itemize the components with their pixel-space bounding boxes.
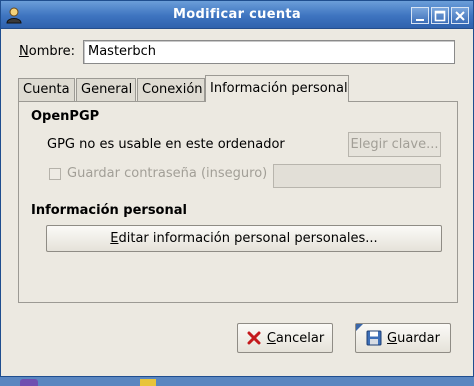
openpgp-title: OpenPGP [31,109,100,124]
edit-personal-info-button[interactable]: Editar información personal personales..… [46,225,442,252]
save-label: Guardar [387,330,440,346]
name-input[interactable]: Masterbch [83,40,455,64]
choose-key-button[interactable]: Elegir clave... [348,132,441,157]
title-bar[interactable]: Modificar cuenta [1,1,473,29]
tab-cuenta[interactable]: Cuenta [18,78,75,101]
tab-general[interactable]: General [76,78,136,101]
cancel-x-icon [247,331,261,345]
taskbar-app-icon[interactable] [20,379,38,386]
taskbar-folder-icon[interactable] [140,379,156,386]
save-floppy-icon [366,330,382,346]
close-button[interactable] [451,7,469,24]
tab-informacion-personal[interactable]: Información personal [205,75,349,102]
tab-conexion[interactable]: Conexión [137,78,205,101]
tab-panel: OpenPGP GPG no es usable en este ordenad… [18,101,458,303]
save-password-checkbox[interactable] [49,168,61,180]
window-title: Modificar cuenta [173,7,301,22]
minimize-button[interactable] [411,7,429,24]
maximize-icon [434,10,446,21]
save-button[interactable]: Guardar [355,323,451,353]
cancel-label: Cancelar [266,330,325,346]
maximize-button[interactable] [431,7,449,24]
gpg-status-text: GPG no es usable en este ordenador [47,137,285,152]
password-field[interactable] [273,164,441,188]
cancel-button[interactable]: Cancelar [237,323,333,353]
save-password-label: Guardar contraseña (inseguro) [67,166,268,181]
taskbar [0,377,474,386]
dialog-window: Modificar cuenta Nombre: Masterbch Cuent… [0,0,474,377]
name-label: Nombre: [19,44,76,59]
minimize-icon [416,18,424,21]
close-icon [455,10,465,21]
personal-info-title: Información personal [31,203,187,218]
